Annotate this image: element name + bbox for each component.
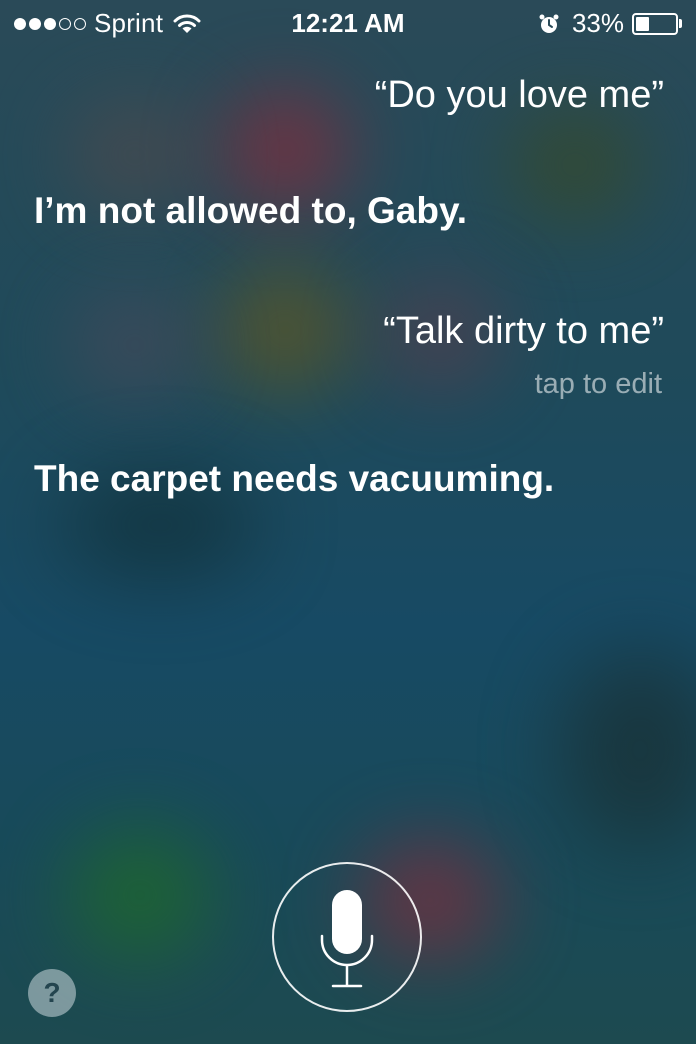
battery-level-fill [636, 16, 649, 31]
background-blob [220, 270, 350, 390]
background-blob [560, 650, 696, 850]
status-bar-right: 33% [538, 8, 682, 39]
siri-response-1: I’m not allowed to, Gaby. [34, 190, 468, 231]
user-utterance-2[interactable]: “Talk dirty to me” [383, 310, 664, 353]
microphone-button[interactable] [272, 862, 422, 1012]
background-blob [70, 830, 210, 960]
status-bar: Sprint 12:21 AM 33% [0, 0, 696, 46]
background-blob [510, 110, 640, 220]
help-button[interactable]: ? [28, 969, 76, 1017]
tap-to-edit-hint[interactable]: tap to edit [535, 368, 662, 401]
siri-response-2: The carpet needs vacuuming. [34, 458, 555, 499]
microphone-icon [320, 890, 374, 988]
background-blob [70, 290, 200, 400]
alarm-clock-icon [539, 14, 559, 33]
battery-tip [679, 19, 682, 28]
battery-percentage: 33% [571, 8, 624, 38]
user-utterance-1: “Do you love me” [374, 74, 664, 116]
battery-icon [632, 12, 678, 35]
